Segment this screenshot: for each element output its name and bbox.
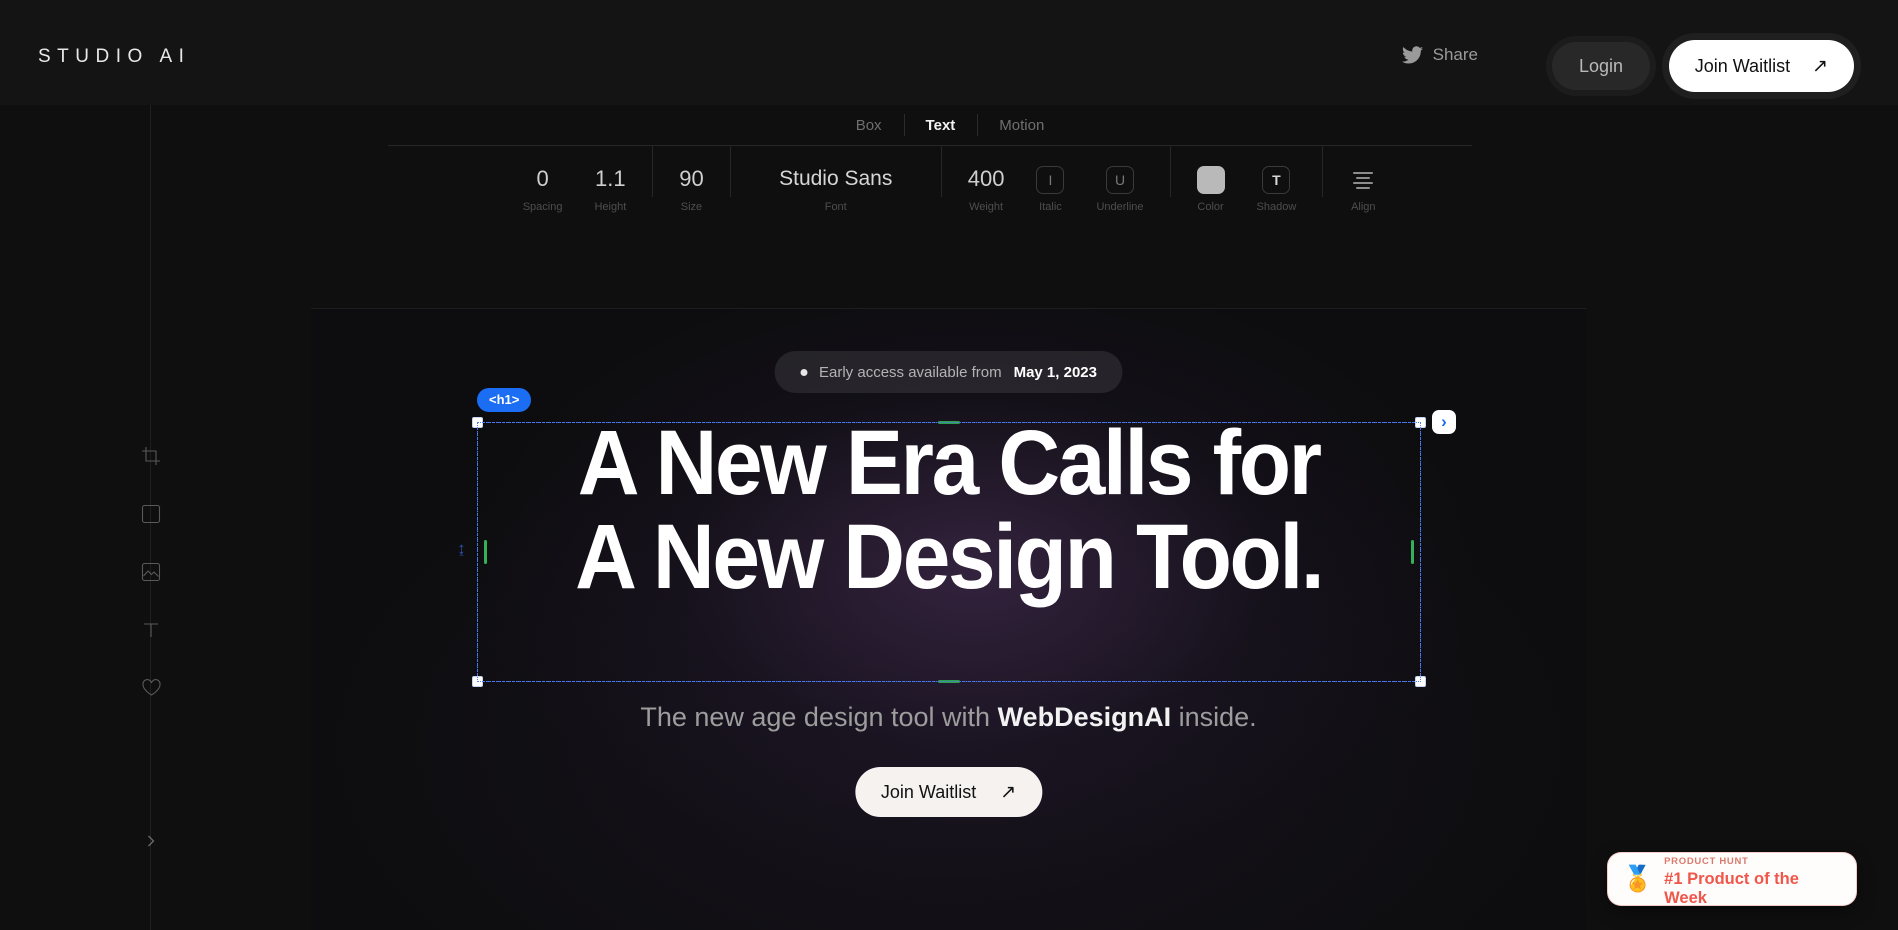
toggle-shadow[interactable]: T Shadow [1241,166,1313,213]
studio-ai-logo[interactable]: STUDIO AI [38,46,190,68]
toggle-italic[interactable]: I Italic [1020,166,1080,213]
resize-handle-bottom-right[interactable] [1415,676,1426,687]
product-hunt-eyebrow: PRODUCT HUNT [1664,855,1749,867]
tab-motion[interactable]: Motion [977,113,1066,136]
vertical-resize-icon[interactable]: ↨ [457,540,466,557]
tab-box[interactable]: Box [834,118,904,133]
join-waitlist-button-header[interactable]: Join Waitlist ↗ [1668,40,1854,92]
toolbar-divider [1322,145,1324,197]
product-hunt-title: #1 Product of the Week [1664,869,1799,907]
spacing-guide-left [484,540,487,564]
toolbar-divider [1169,145,1171,197]
weight-label: Weight [969,201,1004,213]
resize-handle-top-right[interactable] [1415,417,1426,428]
sidebar-item-crop[interactable] [129,434,173,478]
login-button[interactable]: Login [1552,42,1650,90]
badge-dot-icon [800,368,808,376]
toolbar-divider [729,145,731,197]
color-label: Color [1197,201,1224,213]
join-waitlist-button-canvas[interactable]: Join Waitlist ↗ [854,767,1043,817]
edge-guide-top [938,421,960,424]
shadow-label: Shadow [1256,201,1297,213]
spacing-value: 0 [536,166,549,191]
property-height[interactable]: 1.1 Height [578,164,642,213]
height-label: Height [594,201,627,213]
underline-glyph: U [1114,172,1126,188]
property-font[interactable]: Studio Sans Font [741,164,931,213]
arrow-up-right-icon: ↗ [1812,55,1828,77]
toggle-underline[interactable]: U Underline [1080,166,1159,213]
app-root: STUDIO AI Share Login Join Waitlist ↗ Bo… [0,0,1898,930]
arrow-up-right-icon: ↗ [1000,781,1017,803]
share-label: Share [1432,45,1478,64]
color-swatch-icon [1196,166,1225,194]
italic-glyph: I [1048,172,1053,188]
property-spacing[interactable]: 0 Spacing [507,164,579,213]
top-navigation-bar: STUDIO AI Share Login Join Waitlist ↗ [0,0,1898,105]
weight-value: 400 [967,166,1005,191]
selection-box[interactable]: <h1> ↨ › [457,388,1456,687]
sidebar-item-square[interactable] [129,492,173,536]
spacing-guide-right [1411,540,1414,564]
color-picker[interactable]: Color [1181,166,1241,213]
align-center-icon [1349,166,1377,194]
badge-prefix: Early access available from [819,363,1002,381]
tab-text[interactable]: Text [903,113,978,136]
left-sidebar [141,105,161,930]
cta-label: Join Waitlist [880,781,977,802]
shadow-glyph: T [1272,172,1281,188]
size-value: 90 [679,166,704,191]
selection-tag-h1: <h1> [477,388,532,412]
font-label: Font [824,201,847,213]
text-properties-row: 0 Spacing 1.1 Height 90 Size Studio Sans… [150,145,1750,223]
medal-icon: 🏅 [1622,864,1654,893]
spacing-label: Spacing [522,201,563,213]
logo-text: STUDIO AI [38,46,191,67]
italic-icon: I [1036,166,1065,194]
early-access-badge: Early access available from May 1, 2023 [774,351,1123,393]
chevron-right-icon[interactable]: › [1432,410,1456,434]
join-waitlist-label: Join Waitlist [1694,55,1791,76]
align-control[interactable]: Align [1333,166,1393,213]
sidebar-item-heart[interactable] [129,666,173,710]
toolbar-divider [940,145,942,197]
login-label: Login [1578,55,1624,76]
subtitle-text: The new age design tool with WebDesignAI… [311,702,1586,733]
badge-date: May 1, 2023 [1013,363,1097,381]
subtitle-after: inside. [1171,702,1257,732]
sidebar-item-image[interactable] [129,550,173,594]
align-label: Align [1351,201,1376,213]
property-size[interactable]: 90 Size [663,164,719,213]
product-hunt-badge[interactable]: 🏅 PRODUCT HUNT #1 Product of the Week [1608,853,1856,907]
subtitle-before: The new age design tool with [640,702,998,732]
property-weight[interactable]: 400 Weight [952,164,1021,213]
resize-handle-bottom-left[interactable] [472,676,483,687]
subtitle-strong: WebDesignAI [997,702,1172,732]
height-value: 1.1 [595,166,626,191]
italic-label: Italic [1039,201,1062,213]
underline-label: Underline [1096,201,1144,213]
font-value: Studio Sans [779,167,893,190]
edge-guide-bottom [938,680,960,683]
toolbar-divider [652,145,654,197]
size-label: Size [680,201,703,213]
editor-toolbar: Box Text Motion 0 Spacing 1.1 Height 90 … [150,105,1750,223]
resize-handle-top-left[interactable] [472,417,483,428]
underline-icon: U [1106,166,1134,194]
sidebar-expand-button[interactable] [129,819,173,863]
sidebar-item-text[interactable] [129,608,173,652]
share-button[interactable]: Share [1401,45,1478,65]
text-shadow-icon: T [1262,166,1291,194]
twitter-icon [1401,46,1423,64]
toolbar-tabs: Box Text Motion [150,105,1750,145]
